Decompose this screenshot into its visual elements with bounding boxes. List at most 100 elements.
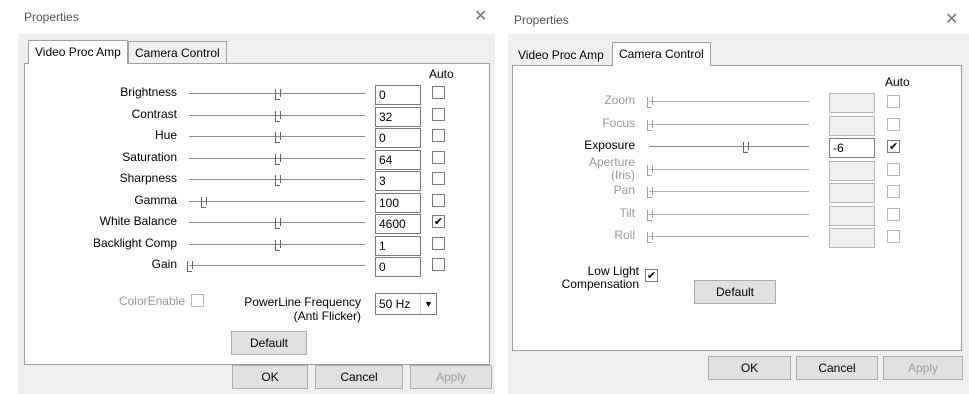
right-tab-video-proc-amp[interactable]: Video Proc Amp <box>512 44 610 66</box>
right-properties-dialog: Properties ✕ Video Proc Amp Camera Contr… <box>508 0 969 394</box>
backlight-comp-value-field[interactable]: 1 <box>375 236 421 256</box>
aperture-iris-slider-track <box>649 169 809 171</box>
exposure-slider-track <box>649 146 809 148</box>
gain-label: Gain <box>151 257 177 271</box>
sharpness-label: Sharpness <box>119 171 177 185</box>
left-tab-panel: Auto Brightness 0 Contrast 32 Hue 0 Saturation… <box>24 63 490 365</box>
gain-value-field[interactable]: 0 <box>375 257 421 277</box>
focus-label: Focus <box>602 116 635 130</box>
hue-value-field[interactable]: 0 <box>375 128 421 148</box>
gain-slider-thumb[interactable] <box>187 261 193 272</box>
hue-auto-checkbox[interactable] <box>432 129 445 142</box>
exposure-slider-thumb[interactable] <box>743 142 749 153</box>
saturation-auto-checkbox[interactable] <box>432 151 445 164</box>
powerline-selected-value: 50 Hz <box>379 297 411 311</box>
contrast-auto-checkbox[interactable] <box>432 108 445 121</box>
hue-label: Hue <box>154 128 177 142</box>
pan-slider-track <box>649 191 809 193</box>
tilt-slider-thumb <box>647 210 653 221</box>
tilt-label: Tilt <box>619 206 635 220</box>
saturation-label: Saturation <box>122 150 177 164</box>
brightness-label: Brightness <box>120 85 177 99</box>
zoom-slider-thumb <box>647 97 653 108</box>
aperture-iris-auto-checkbox <box>887 163 900 176</box>
aperture-iris-value-field <box>829 161 875 181</box>
white-balance-slider-thumb[interactable] <box>275 218 281 229</box>
right-close-icon[interactable]: ✕ <box>945 9 958 28</box>
exposure-auto-checkbox[interactable]: ✔ <box>887 140 900 153</box>
pan-value-field <box>829 183 875 203</box>
zoom-label: Zoom <box>604 93 635 107</box>
brightness-auto-checkbox[interactable] <box>432 86 445 99</box>
white-balance-value-field[interactable]: 4600 <box>375 214 421 234</box>
right-auto-header: Auto <box>885 75 910 89</box>
gamma-auto-checkbox[interactable] <box>432 194 445 207</box>
left-apply-button[interactable]: Apply <box>410 365 492 389</box>
tilt-slider-track <box>649 214 809 216</box>
exposure-label: Exposure <box>584 138 635 152</box>
low-light-sublabel: Compensation <box>561 277 639 291</box>
left-default-button[interactable]: Default <box>231 331 307 355</box>
roll-auto-checkbox <box>887 230 900 243</box>
left-tab-camera-control[interactable]: Camera Control <box>128 41 227 63</box>
brightness-value-field[interactable]: 0 <box>375 85 421 105</box>
right-apply-button[interactable]: Apply <box>883 356 963 380</box>
backlight-comp-slider-thumb[interactable] <box>275 240 281 251</box>
focus-slider-track <box>649 124 809 126</box>
gamma-value-field[interactable]: 100 <box>375 193 421 213</box>
low-light-compensation-checkbox[interactable]: ✔ <box>645 269 658 282</box>
right-tab-camera-control[interactable]: Camera Control <box>612 42 711 66</box>
left-tab-video-proc-amp[interactable]: Video Proc Amp <box>28 40 128 64</box>
left-close-icon[interactable]: ✕ <box>474 6 487 25</box>
right-default-button[interactable]: Default <box>694 280 776 304</box>
right-dialog-title: Properties <box>514 13 569 27</box>
left-dialog-title: Properties <box>24 10 79 24</box>
roll-label: Roll <box>614 228 635 242</box>
white-balance-auto-checkbox[interactable]: ✔ <box>432 215 445 228</box>
right-ok-button[interactable]: OK <box>708 356 791 380</box>
gain-slider-track <box>189 265 365 267</box>
tilt-auto-checkbox <box>887 208 900 221</box>
gain-auto-checkbox[interactable] <box>432 258 445 271</box>
roll-value-field <box>829 228 875 248</box>
chevron-down-icon[interactable]: ▼ <box>420 294 436 314</box>
exposure-value-field[interactable]: -6 <box>829 138 875 158</box>
saturation-slider-thumb[interactable] <box>275 154 281 165</box>
gamma-slider-thumb[interactable] <box>201 197 207 208</box>
tilt-value-field <box>829 206 875 226</box>
white-balance-label: White Balance <box>99 214 177 228</box>
contrast-slider-thumb[interactable] <box>275 111 281 122</box>
hue-slider-thumb[interactable] <box>275 132 281 143</box>
contrast-label: Contrast <box>131 107 177 121</box>
left-cancel-button[interactable]: Cancel <box>315 365 403 389</box>
right-tab-panel: Auto Zoom Focus Exposure -6 ✔ Aperture (Iris)… <box>512 65 962 351</box>
left-title-bar: Properties ✕ <box>18 0 495 34</box>
pan-label: Pan <box>613 183 635 197</box>
focus-value-field <box>829 116 875 136</box>
saturation-value-field[interactable]: 64 <box>375 150 421 170</box>
sharpness-auto-checkbox[interactable] <box>432 172 445 185</box>
left-properties-dialog: Properties ✕ Video Proc Amp Camera Contr… <box>18 0 495 394</box>
powerline-sublabel: (Anti Flicker) <box>293 309 361 323</box>
right-title-bar: Properties ✕ <box>508 0 969 34</box>
color-enable-checkbox[interactable] <box>191 294 204 307</box>
powerline-label: PowerLine Frequency <box>244 295 361 309</box>
zoom-slider-track <box>649 101 809 103</box>
sharpness-slider-thumb[interactable] <box>275 175 281 186</box>
zoom-value-field <box>829 93 875 113</box>
powerline-frequency-select[interactable]: 50 Hz ▼ <box>375 293 437 315</box>
focus-slider-thumb <box>647 120 653 131</box>
gamma-slider-track <box>189 201 365 203</box>
aperture-iris-slider-thumb <box>647 165 653 176</box>
brightness-slider-thumb[interactable] <box>275 89 281 100</box>
sharpness-value-field[interactable]: 3 <box>375 171 421 191</box>
right-cancel-button[interactable]: Cancel <box>796 356 878 380</box>
left-ok-button[interactable]: OK <box>232 365 308 389</box>
focus-auto-checkbox <box>887 118 900 131</box>
pan-slider-thumb <box>647 187 653 198</box>
gamma-label: Gamma <box>134 193 177 207</box>
contrast-value-field[interactable]: 32 <box>375 107 421 127</box>
roll-slider-thumb <box>647 232 653 243</box>
backlight-comp-auto-checkbox[interactable] <box>432 237 445 250</box>
color-enable-label: ColorEnable <box>118 294 185 308</box>
